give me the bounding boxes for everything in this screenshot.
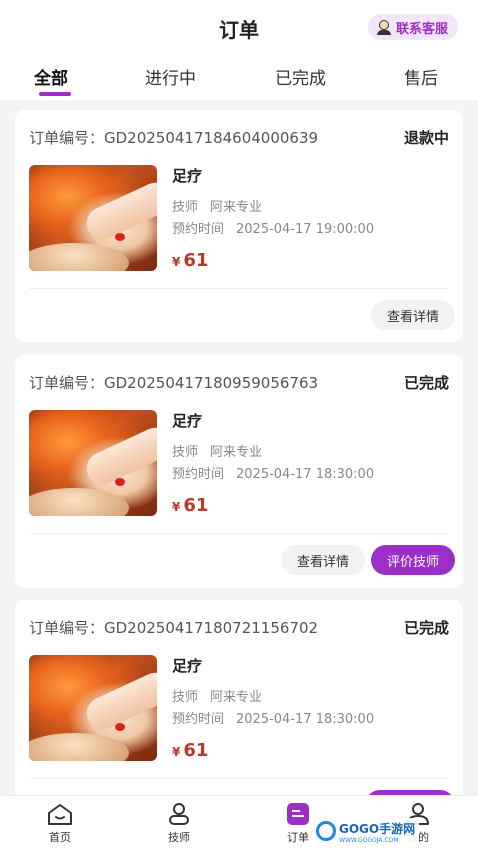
technician-name: 阿来专业 bbox=[210, 445, 263, 460]
view-details-button[interactable]: 查看详情 bbox=[280, 545, 365, 575]
order-card[interactable]: 订单编号：GD20250417180959056763 已完成 足疗 技师 阿来专… bbox=[15, 355, 463, 588]
order-number: 订单编号：GD20250417184604000639 bbox=[29, 129, 319, 147]
price-amount: 61 bbox=[183, 495, 209, 516]
rate-technician-button[interactable]: 评价技师 bbox=[370, 545, 455, 575]
technician-row: 技师 阿来专业 bbox=[172, 686, 262, 705]
service-thumbnail bbox=[29, 165, 157, 271]
appointment-label: 预约时间 bbox=[172, 712, 225, 727]
divider bbox=[29, 778, 449, 779]
service-thumbnail bbox=[29, 655, 157, 761]
order-status: 退款中 bbox=[403, 129, 449, 147]
technician-icon bbox=[165, 802, 193, 826]
technician-label: 技师 bbox=[172, 445, 199, 460]
order-price: ¥61 bbox=[172, 250, 208, 271]
service-thumbnail bbox=[29, 410, 157, 516]
tab-after-sales[interactable]: 售后 bbox=[404, 64, 438, 89]
contact-service-label: 联系客服 bbox=[395, 21, 448, 37]
currency-symbol: ¥ bbox=[172, 500, 181, 514]
appointment-label: 预约时间 bbox=[172, 222, 225, 237]
appointment-row: 预约时间 2025-04-17 19:00:00 bbox=[172, 218, 374, 237]
price-amount: 61 bbox=[183, 740, 209, 761]
watermark-text: GOGO手游网 bbox=[339, 822, 416, 836]
order-card[interactable]: 订单编号：GD20250417184604000639 退款中 足疗 技师 阿来专… bbox=[15, 110, 463, 342]
watermark: GOGO手游网 WWW.GOGOJA.COM bbox=[312, 818, 420, 844]
currency-symbol: ¥ bbox=[172, 255, 181, 269]
service-name: 足疗 bbox=[172, 167, 203, 185]
price-amount: 61 bbox=[183, 250, 209, 271]
order-price: ¥61 bbox=[172, 495, 208, 516]
order-number: 订单编号：GD20250417180959056763 bbox=[29, 374, 319, 392]
technician-name: 阿来专业 bbox=[210, 690, 263, 705]
divider bbox=[29, 533, 449, 534]
divider bbox=[29, 288, 449, 289]
currency-symbol: ¥ bbox=[172, 745, 181, 759]
service-name: 足疗 bbox=[172, 412, 203, 430]
tabbar-label: 首页 bbox=[49, 831, 71, 844]
header: 订单 联系客服 全部 进行中 已完成 售后 bbox=[0, 0, 478, 100]
service-name: 足疗 bbox=[172, 657, 203, 675]
technician-row: 技师 阿来专业 bbox=[172, 441, 262, 460]
appointment-time: 2025-04-17 18:30:00 bbox=[236, 467, 375, 482]
contact-service-button[interactable]: 联系客服 bbox=[367, 14, 458, 40]
watermark-logo-icon bbox=[316, 821, 336, 841]
appointment-row: 预约时间 2025-04-17 18:30:00 bbox=[172, 708, 374, 727]
watermark-subtext: WWW.GOGOJA.COM bbox=[339, 837, 399, 844]
home-icon bbox=[46, 802, 74, 826]
order-icon bbox=[284, 802, 312, 826]
order-price: ¥61 bbox=[172, 740, 208, 761]
order-status: 已完成 bbox=[403, 619, 449, 637]
appointment-row: 预约时间 2025-04-17 18:30:00 bbox=[172, 463, 374, 482]
order-tabs: 全部 进行中 已完成 售后 bbox=[0, 60, 478, 100]
tabbar-item-technician[interactable]: 技师 bbox=[149, 802, 209, 845]
tab-all[interactable]: 全部 bbox=[34, 64, 68, 89]
technician-name: 阿来专业 bbox=[210, 200, 263, 215]
tab-in-progress[interactable]: 进行中 bbox=[145, 64, 196, 89]
appointment-label: 预约时间 bbox=[172, 467, 225, 482]
order-status: 已完成 bbox=[403, 374, 449, 392]
appointment-time: 2025-04-17 18:30:00 bbox=[236, 712, 375, 727]
active-tab-indicator bbox=[39, 92, 71, 96]
technician-row: 技师 阿来专业 bbox=[172, 196, 262, 215]
tabbar-item-home[interactable]: 首页 bbox=[30, 802, 90, 845]
order-number: 订单编号：GD20250417180721156702 bbox=[29, 619, 319, 637]
technician-label: 技师 bbox=[172, 690, 199, 705]
view-details-button[interactable]: 查看详情 bbox=[370, 300, 455, 330]
tab-completed[interactable]: 已完成 bbox=[275, 64, 326, 89]
customer-service-icon bbox=[376, 19, 392, 35]
technician-label: 技师 bbox=[172, 200, 199, 215]
tabbar-label: 技师 bbox=[168, 831, 190, 844]
appointment-time: 2025-04-17 19:00:00 bbox=[236, 222, 375, 237]
